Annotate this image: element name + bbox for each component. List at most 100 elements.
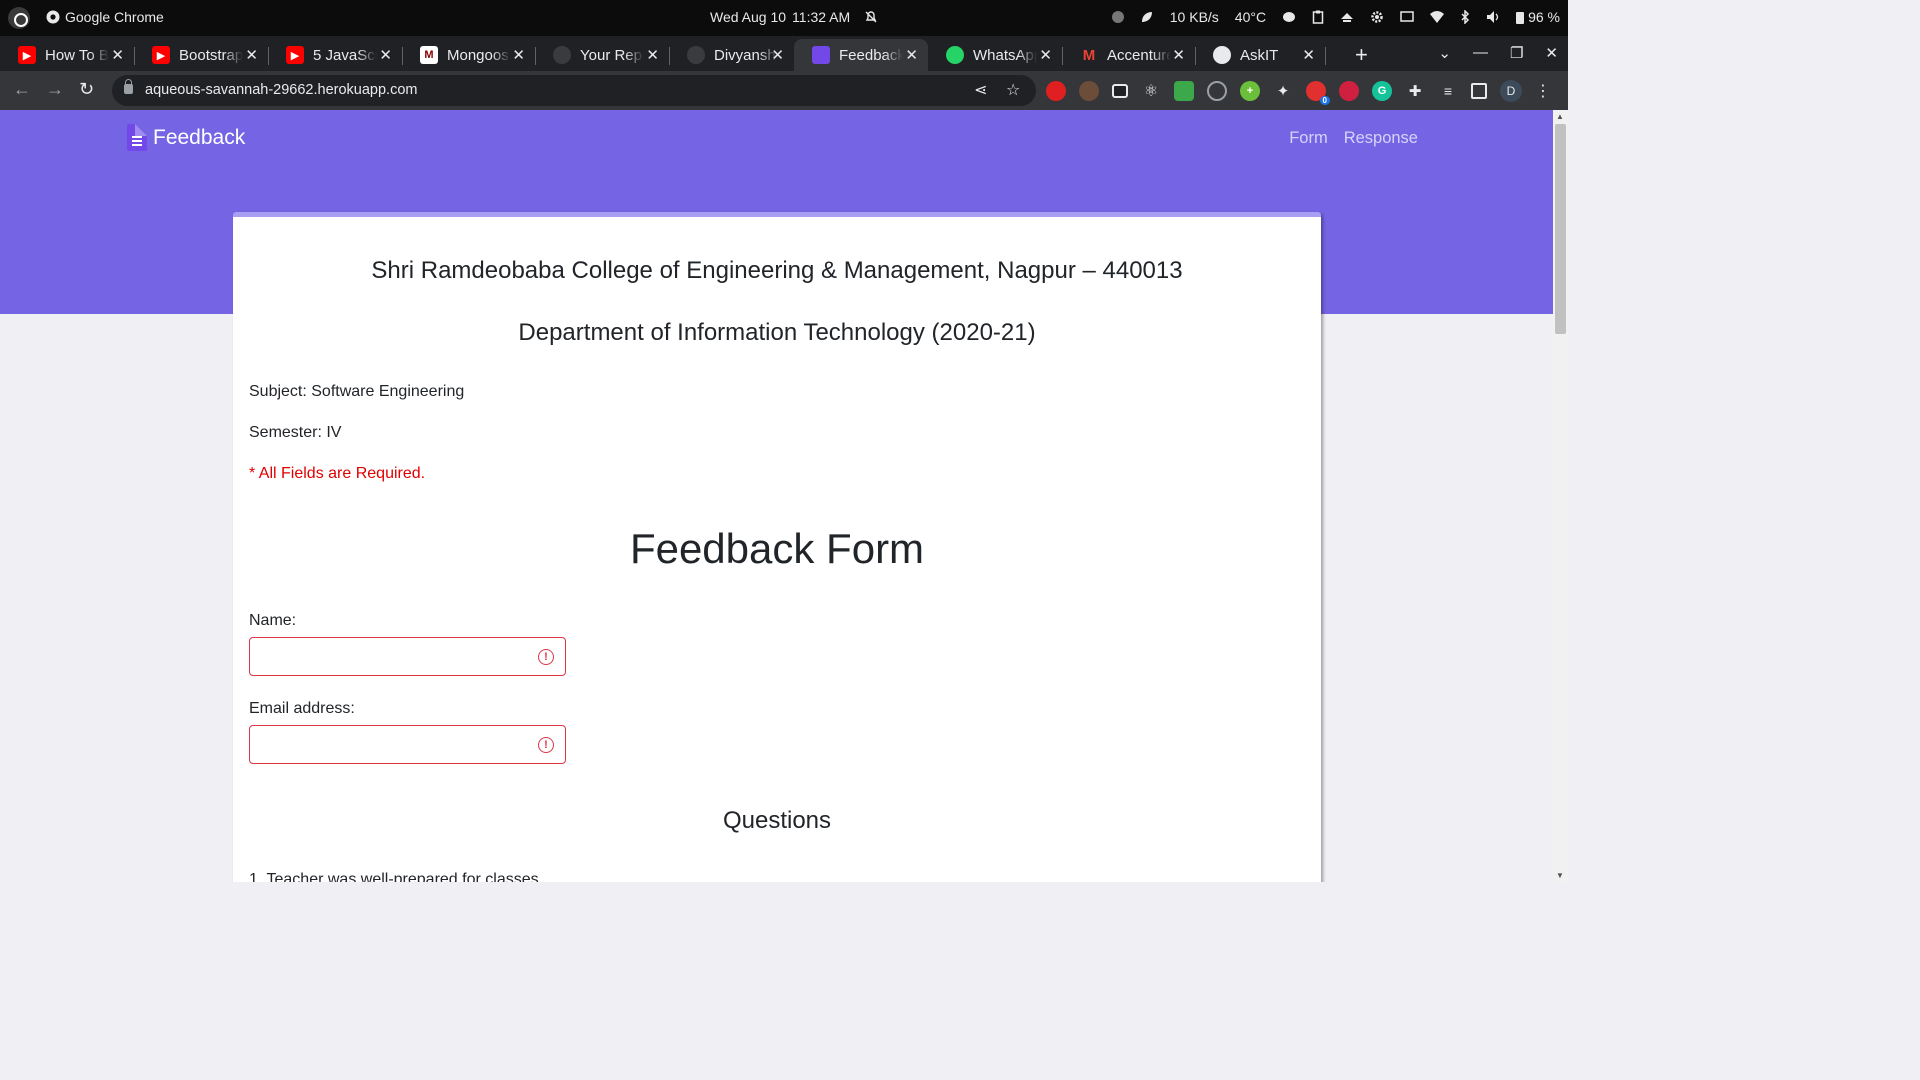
youtube-icon: ▶ (18, 46, 36, 64)
profile-avatar[interactable]: D (1500, 80, 1522, 102)
github-icon (687, 46, 705, 64)
page-viewport: Feedback Form Response Shri Ramdeobaba C… (0, 110, 1553, 882)
whatsapp-icon (946, 46, 964, 64)
close-tab-icon[interactable]: ✕ (379, 46, 392, 64)
name-field-wrapper: ! (249, 637, 566, 676)
tab-search-icon[interactable]: ⌄ (1438, 44, 1451, 62)
browser-tab[interactable]: ▶ 5 JavaScri ✕ (268, 39, 403, 71)
volume-icon (1487, 11, 1499, 23)
tab-strip: + ⌄ — ❐ ✕ ▶ How To B ✕ ▶ Bootstrap ✕ ▶ 5 JavaSc… (0, 36, 1568, 71)
extension-eye-icon[interactable] (1339, 81, 1359, 101)
close-tab-icon[interactable]: ✕ (1302, 46, 1315, 64)
error-icon: ! (538, 649, 554, 665)
minimize-button[interactable]: — (1473, 44, 1488, 62)
address-bar[interactable]: aqueous-savannah-29662.herokuapp.com ⋖ ☆ (112, 75, 1036, 106)
side-panel-icon[interactable] (1471, 83, 1487, 99)
app-name: Google Chrome (65, 9, 164, 25)
form-title: Feedback Form (629, 525, 925, 572)
clock[interactable]: Wed Aug 10 11:32 AM (710, 9, 878, 25)
name-input[interactable] (260, 638, 540, 674)
grammarly-icon[interactable]: G (1372, 81, 1392, 101)
activities-icon[interactable] (8, 7, 30, 29)
new-tab-button[interactable]: + (1355, 42, 1368, 68)
react-devtools-icon[interactable]: ⚛ (1141, 81, 1161, 101)
app-menu[interactable]: Google Chrome (46, 9, 164, 25)
name-label: Name: (249, 612, 297, 629)
extension-owl-icon[interactable] (1079, 81, 1099, 101)
extension-circle-icon[interactable] (1207, 81, 1227, 101)
back-button[interactable]: ← (13, 79, 31, 100)
browser-tab[interactable]: M Accenture ✕ (1062, 39, 1196, 71)
share-icon[interactable]: ⋖ (974, 80, 987, 100)
browser-tab[interactable]: Your Repo ✕ (535, 39, 670, 71)
page-scrollbar[interactable]: ▲ ▼ (1553, 110, 1568, 882)
close-tab-icon[interactable]: ✕ (245, 46, 258, 64)
window-controls: ⌄ — ❐ ✕ (1438, 44, 1558, 62)
menu-kebab-icon[interactable]: ⋮ (1535, 81, 1551, 101)
department-heading: Department of Information Technology (20… (518, 319, 1036, 346)
extension-paw-icon[interactable]: ✦ (1273, 81, 1293, 101)
error-icon: ! (538, 737, 554, 753)
scroll-down-arrow[interactable]: ▼ (1556, 871, 1564, 880)
close-window-button[interactable]: ✕ (1545, 44, 1558, 62)
browser-toolbar: ← → ↻ aqueous-savannah-29662.herokuapp.c… (0, 71, 1568, 110)
question-1: 1. Teacher was well-prepared for classes (249, 871, 539, 882)
browser-tab[interactable]: M Mongoos ✕ (402, 39, 536, 71)
close-tab-icon[interactable]: ✕ (111, 46, 124, 64)
close-tab-icon[interactable]: ✕ (1039, 46, 1052, 64)
mongoose-icon: M (420, 46, 438, 64)
close-tab-icon[interactable]: ✕ (771, 46, 784, 64)
scroll-up-arrow[interactable]: ▲ (1556, 112, 1564, 121)
extensions-puzzle-icon[interactable]: ✚ (1405, 81, 1425, 101)
close-tab-icon[interactable]: ✕ (512, 46, 525, 64)
net-speed: 10 KB/s (1169, 9, 1219, 25)
lock-icon[interactable] (124, 79, 133, 94)
close-tab-icon[interactable]: ✕ (1172, 46, 1185, 64)
scrollbar-thumb[interactable] (1555, 124, 1566, 334)
wifi-icon (1430, 11, 1445, 23)
reload-button[interactable]: ↻ (79, 79, 94, 100)
top-nav: Form Response (1289, 129, 1418, 148)
email-input[interactable] (260, 726, 540, 762)
youtube-icon: ▶ (286, 46, 304, 64)
system-tray[interactable]: 10 KB/s 40°C 96 % (1111, 9, 1560, 25)
extension-badge-icon[interactable]: 0 (1306, 81, 1330, 105)
semester-text: Semester: IV (249, 424, 342, 441)
nav-link-form[interactable]: Form (1289, 129, 1328, 148)
globe-icon (1213, 46, 1231, 64)
questions-heading: Questions (722, 807, 832, 834)
tab-title: WhatsApp (973, 46, 1037, 64)
navbar-brand[interactable]: Feedback (127, 124, 245, 151)
brand-text: Feedback (153, 125, 246, 149)
battery-indicator: 96 % (1516, 9, 1560, 25)
forward-button[interactable]: → (46, 79, 64, 100)
browser-tab[interactable]: AskIT ✕ (1195, 39, 1326, 71)
maximize-button[interactable]: ❐ (1510, 44, 1523, 62)
extension-plus-icon[interactable]: + (1240, 81, 1260, 101)
cpu-icon (1283, 12, 1296, 22)
extension-green-icon[interactable] (1174, 81, 1194, 101)
browser-tab[interactable]: Divyanshu ✕ (669, 39, 794, 71)
extension-window-icon[interactable] (1112, 84, 1128, 98)
tab-title: Your Repo (580, 46, 644, 64)
reading-list-icon[interactable]: ≡ (1438, 81, 1458, 101)
close-tab-icon[interactable]: ✕ (646, 46, 659, 64)
browser-tab[interactable]: ▶ How To B ✕ (0, 39, 135, 71)
bookmark-star-icon[interactable]: ☆ (1006, 80, 1020, 100)
clock-date: Wed Aug 10 (710, 9, 787, 25)
college-heading: Shri Ramdeobaba College of Engineering &… (371, 257, 1183, 284)
url-text[interactable]: aqueous-savannah-29662.herokuapp.com (145, 82, 417, 98)
tab-separator (1325, 47, 1326, 65)
gmail-icon: M (1082, 46, 1096, 64)
chrome-icon (46, 10, 60, 24)
browser-tab[interactable]: ▶ Bootstrap ✕ (134, 39, 269, 71)
email-label: Email address: (249, 700, 355, 717)
github-icon (553, 46, 571, 64)
weather-icon (1341, 13, 1354, 22)
nav-link-response[interactable]: Response (1344, 129, 1418, 148)
browser-tab[interactable]: Feedback ✕ (794, 39, 928, 71)
extension-stop-icon[interactable] (1046, 81, 1066, 101)
close-tab-icon[interactable]: ✕ (905, 46, 918, 64)
battery-icon (1516, 11, 1525, 24)
browser-tab[interactable]: WhatsApp ✕ (928, 39, 1063, 71)
